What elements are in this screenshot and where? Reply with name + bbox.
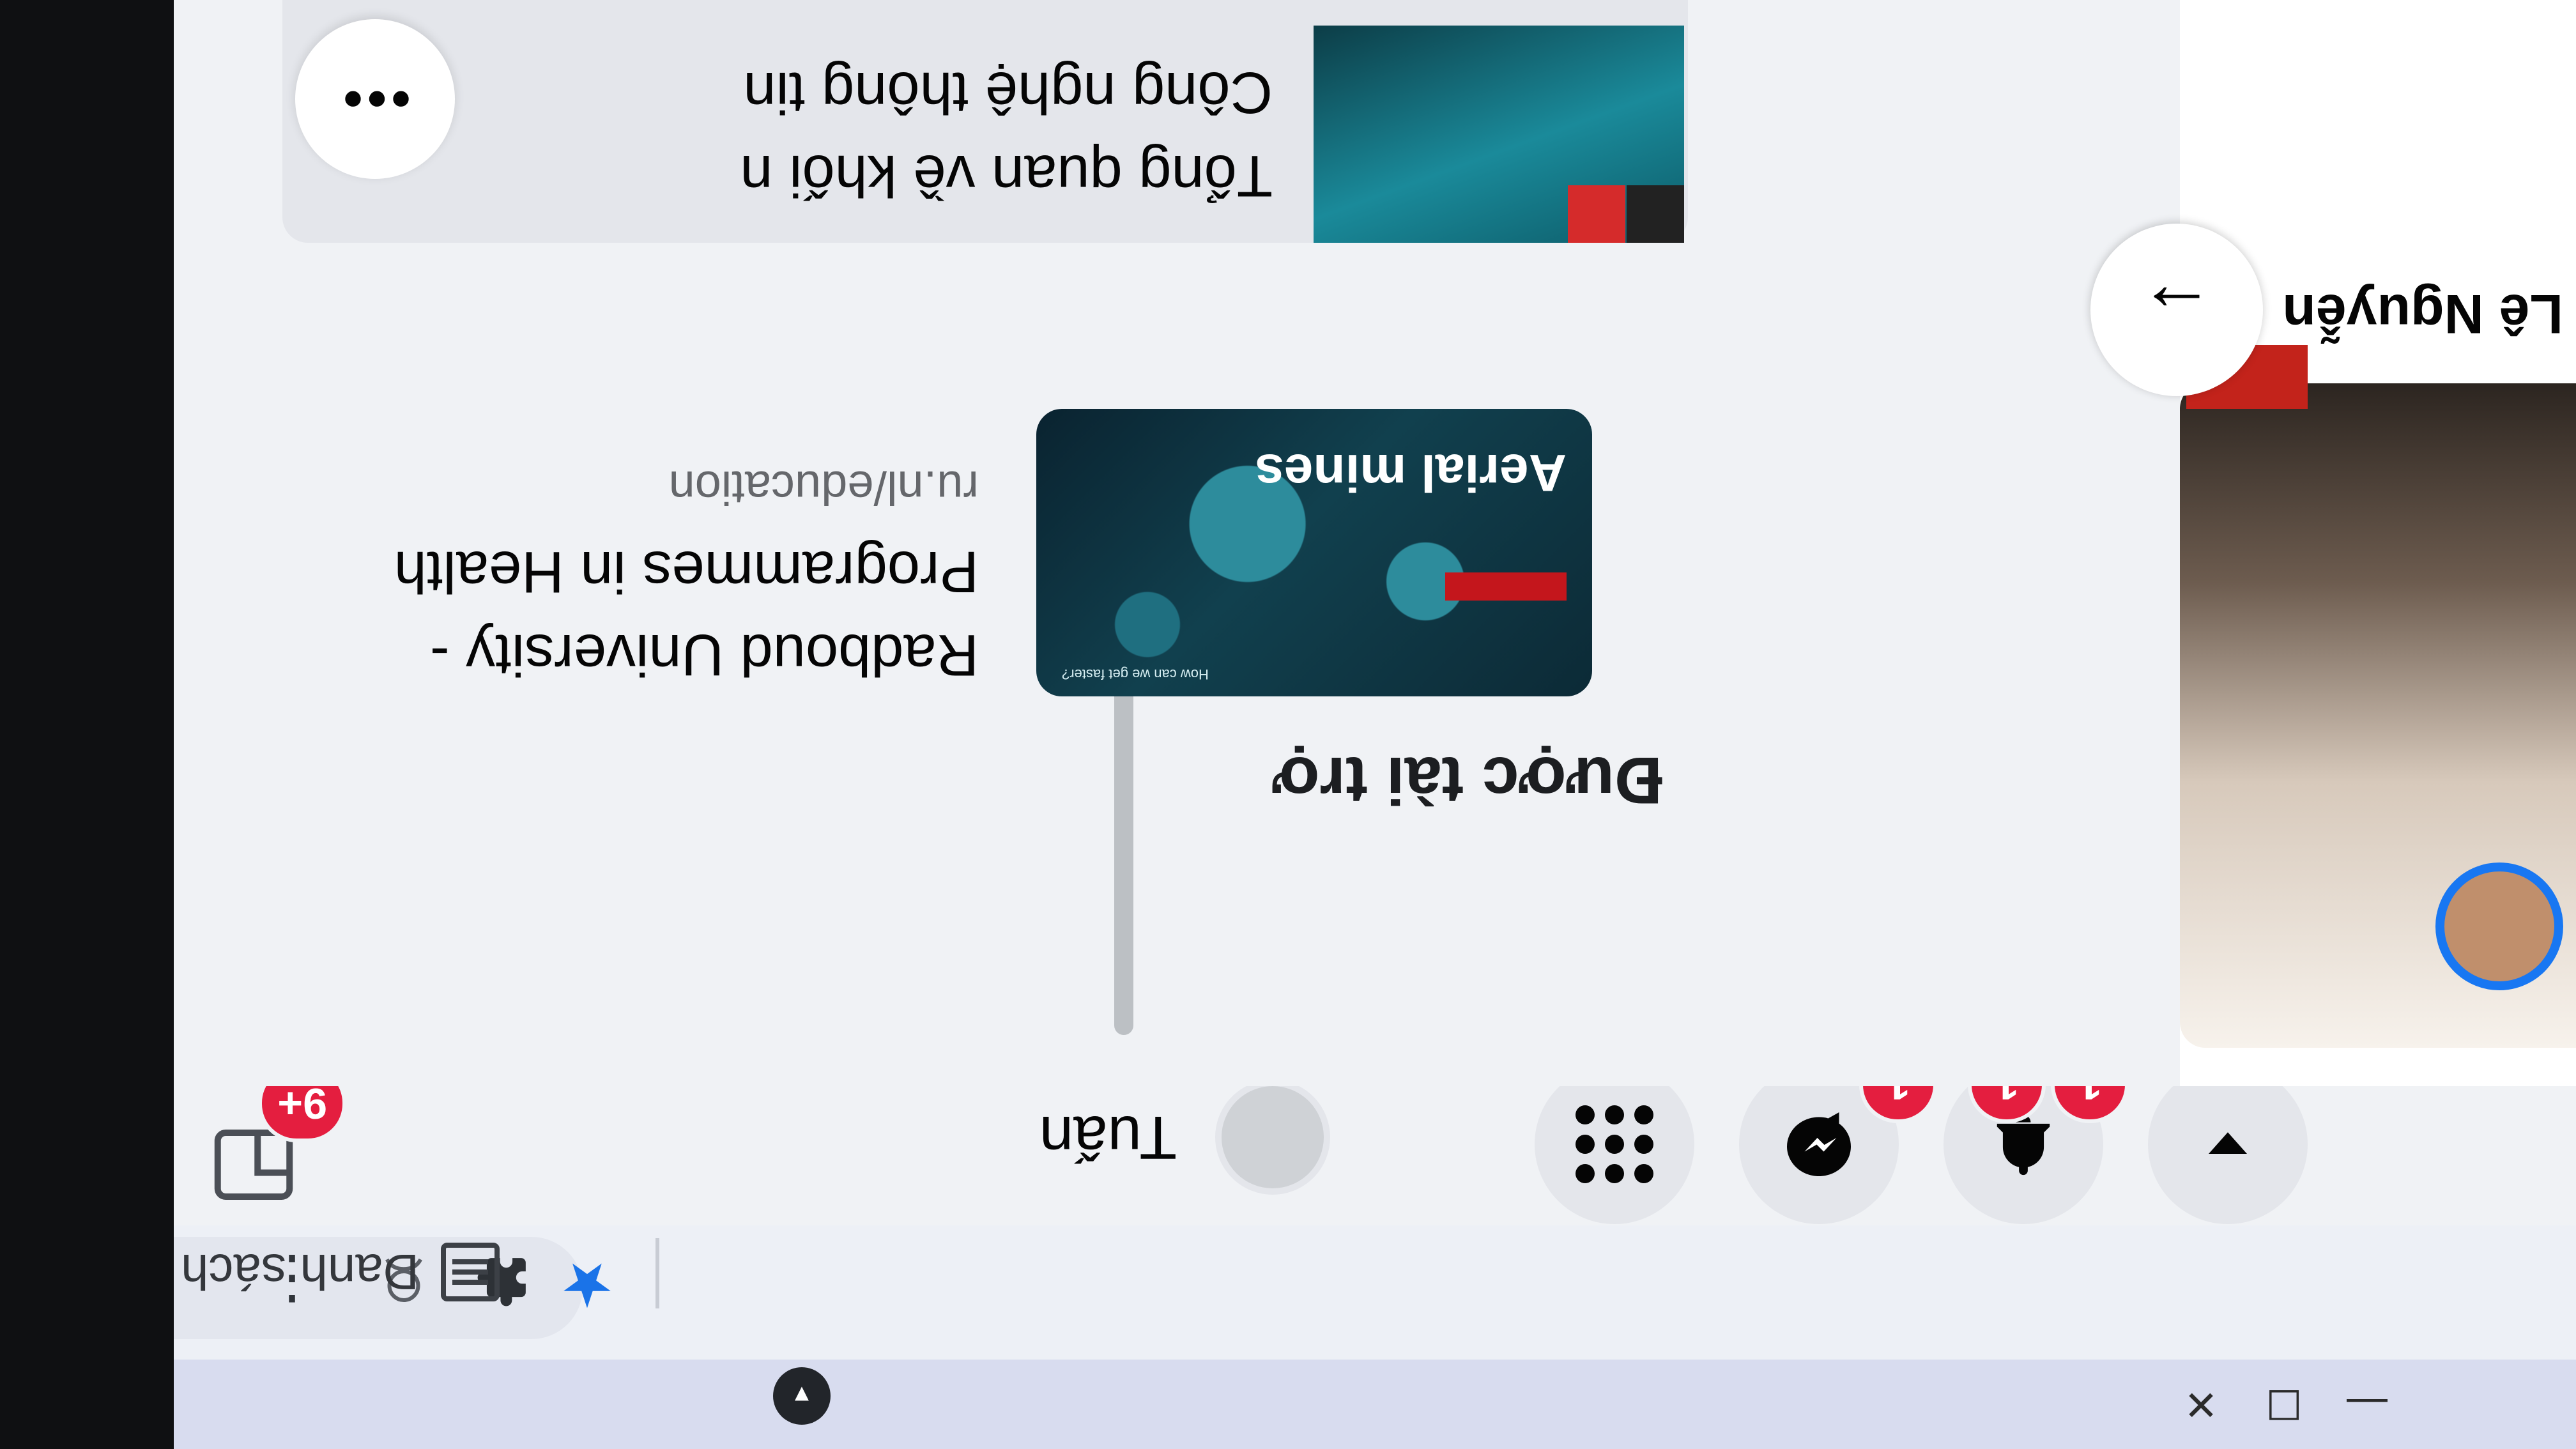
- ad-2-image[interactable]: [1314, 26, 1684, 243]
- window-controls: — ☐ ✕: [2159, 1360, 2409, 1449]
- monitor-bezel: [0, 0, 174, 1449]
- minimize-button[interactable]: —: [2326, 1360, 2409, 1449]
- browser-title-bar: ▾ — ☐ ✕: [0, 1360, 2576, 1449]
- story-card[interactable]: [2180, 345, 2576, 1048]
- screen: ▾ — ☐ ✕ ★ ⋮ Danh sách đọc 9+ Tuấn Lê Ngu…: [0, 0, 2576, 1449]
- ad-1-title[interactable]: Radboud University - Programmes in Healt…: [340, 530, 979, 696]
- profile-name: Tuấn: [1039, 1103, 1177, 1172]
- ad-1-red-tag: [1445, 572, 1567, 601]
- ad-1-image[interactable]: How can we get faster? Aerial mines: [1036, 409, 1592, 696]
- messenger-icon: [1787, 1112, 1851, 1176]
- story-author-name: Lê Nguyễn: [2282, 283, 2563, 344]
- ad-2-title[interactable]: Tổng quan về khối n Công nghệ thông tin: [634, 51, 1273, 217]
- caret-down-icon: [2209, 1132, 2247, 1154]
- account-menu-button[interactable]: [2148, 1064, 2308, 1224]
- sponsored-ad-1[interactable]: How can we get faster? Aerial mines Radb…: [340, 409, 1592, 696]
- sponsored-ad-2[interactable]: Tổng quan về khối n Công nghệ thông tin: [282, 0, 1688, 243]
- sponsored-heading: Được tài trợ: [1272, 743, 1662, 817]
- stories-strip: Lê Nguyễn: [2180, 0, 2576, 1086]
- ad-1-tagline: How can we get faster?: [1062, 666, 1209, 682]
- stories-next-button[interactable]: →: [2090, 224, 2263, 396]
- bookmark-star-icon[interactable]: ★: [560, 1250, 615, 1319]
- story-avatar: [2435, 862, 2563, 990]
- ad-1-url[interactable]: ru.nl/education: [340, 461, 979, 515]
- facebook-top-bar: 9+ Tuấn 1 1 1: [0, 1045, 2576, 1225]
- arrow-right-icon: →: [2138, 267, 2215, 353]
- maximize-button[interactable]: ☐: [2242, 1360, 2326, 1449]
- ad-2-logo-tile-red: [1568, 185, 1625, 243]
- close-button[interactable]: ✕: [2159, 1360, 2242, 1449]
- reading-list-icon: [441, 1243, 500, 1301]
- ad-1-caption: Aerial mines: [1255, 443, 1567, 502]
- profile-shortcut[interactable]: Tuấn: [1039, 1080, 1330, 1195]
- grid-menu-icon: [1575, 1105, 1653, 1183]
- bookmarks-divider: [656, 1238, 659, 1308]
- menu-grid-button[interactable]: [1535, 1064, 1694, 1224]
- page-content: Lê Nguyễn → Được tài trợ How can we get …: [0, 0, 2576, 1086]
- ad-2-logo-tile: [1627, 185, 1684, 243]
- profile-avatar: [1215, 1080, 1330, 1195]
- ad-1-text: Radboud University - Programmes in Healt…: [340, 409, 979, 696]
- more-options-button[interactable]: •••: [295, 19, 455, 179]
- tab-search-button[interactable]: ▾: [773, 1367, 831, 1425]
